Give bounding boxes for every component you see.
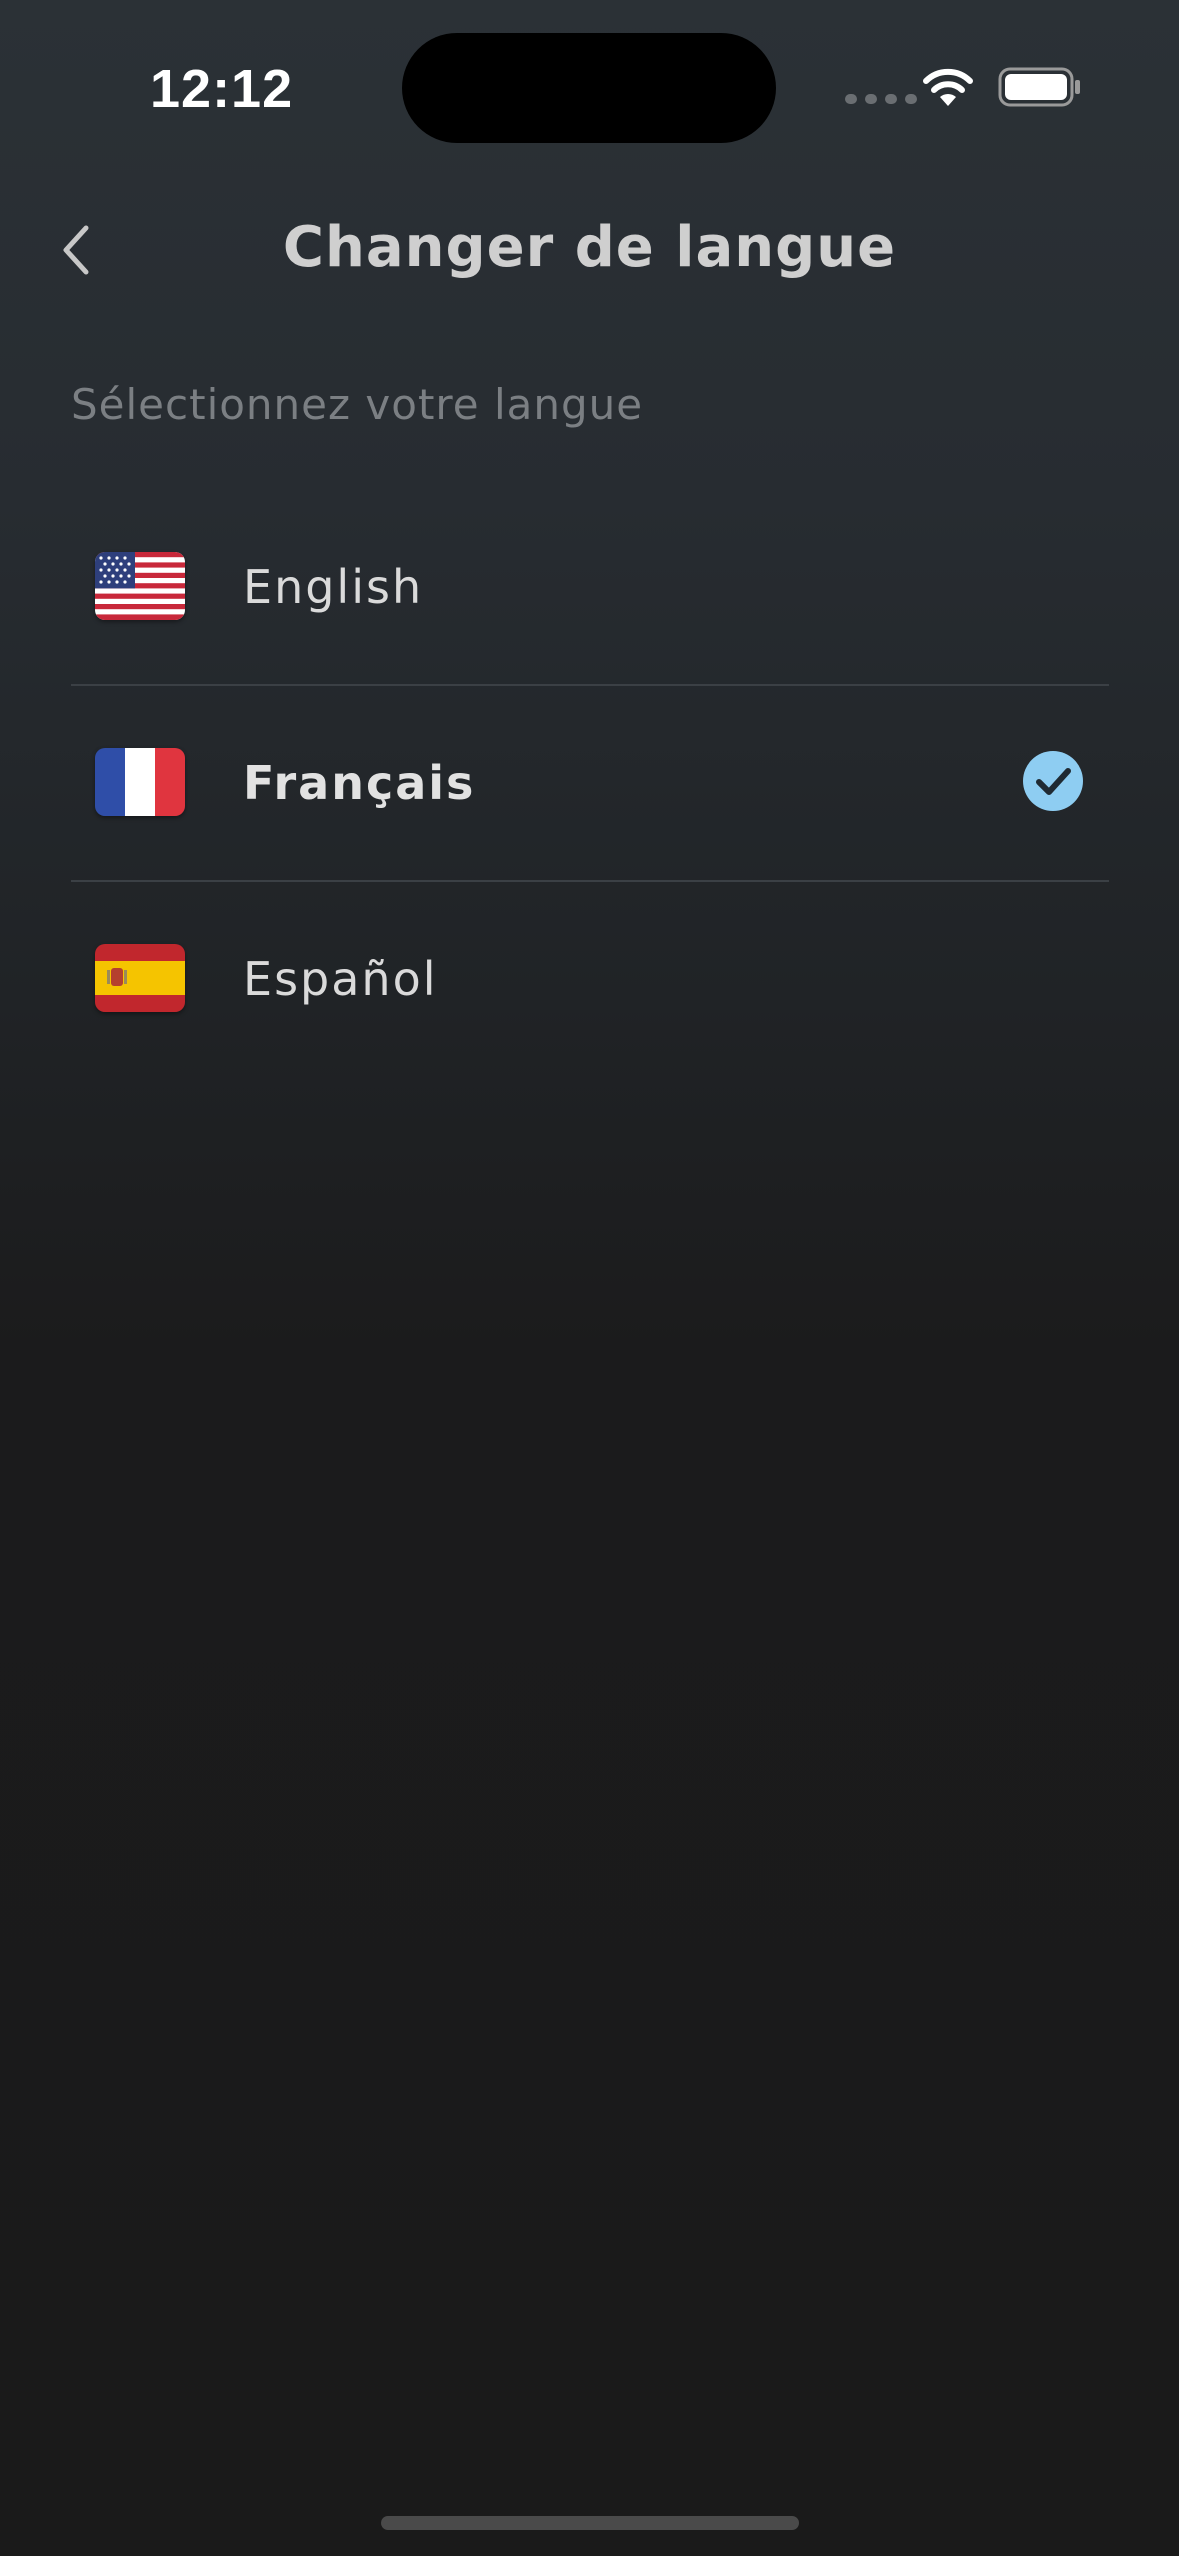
check-circle-icon [1023, 751, 1083, 811]
section-subtitle: Sélectionnez votre langue [71, 380, 644, 429]
language-option-francais[interactable]: Français [71, 686, 1109, 882]
status-time: 12:12 [150, 59, 294, 119]
nav-header: Changer de langue [0, 190, 1179, 310]
cellular-signal-icon [845, 94, 917, 104]
us-flag-icon [95, 552, 185, 620]
fr-flag-icon [95, 748, 185, 816]
language-label: Français [243, 756, 476, 810]
battery-icon [998, 67, 1082, 111]
language-label: Español [243, 952, 438, 1006]
dynamic-island [402, 33, 776, 143]
language-option-espanol[interactable]: Español [71, 882, 1109, 1076]
language-label: English [243, 560, 424, 614]
es-flag-icon [95, 944, 185, 1012]
wifi-icon [920, 66, 976, 112]
language-option-english[interactable]: English [71, 490, 1109, 686]
language-list: English Français Español [71, 490, 1109, 1076]
home-indicator[interactable] [381, 2516, 799, 2530]
page-title: Changer de langue [282, 215, 897, 280]
status-bar: 12:12 [0, 0, 1179, 175]
